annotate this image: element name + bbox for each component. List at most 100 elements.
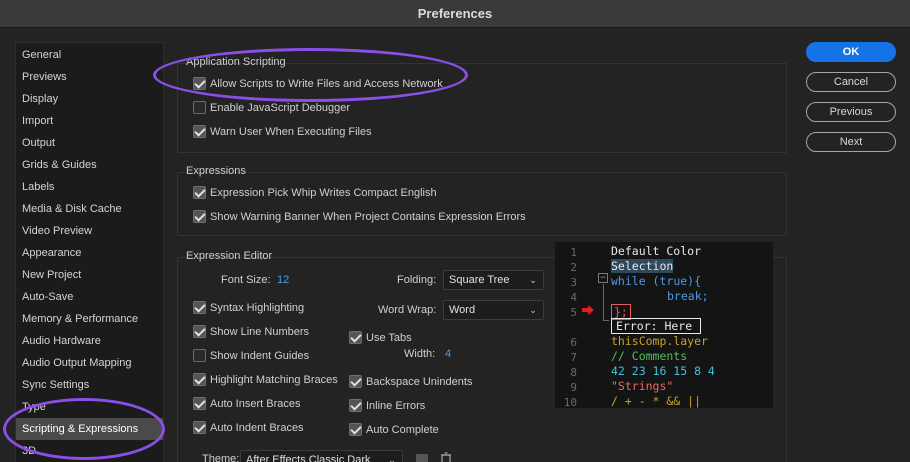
chevron-down-icon: ⌄ [529, 305, 537, 315]
syntax-highlighting-label: Syntax Highlighting [210, 301, 305, 314]
auto-insert-braces-option[interactable]: Auto Insert Braces [193, 397, 301, 410]
sidebar-item-3d[interactable]: 3D [16, 440, 163, 462]
auto-complete-checkbox[interactable] [349, 423, 362, 436]
line-number: 7 [570, 351, 577, 364]
line-number: 3 [570, 276, 577, 289]
save-theme-icon[interactable] [416, 454, 428, 462]
backspace-unindents-option[interactable]: Backspace Unindents [349, 375, 472, 388]
sidebar-item-general[interactable]: General [16, 44, 163, 66]
previous-button[interactable]: Previous [806, 102, 896, 122]
warning-banner-checkbox[interactable] [193, 210, 206, 223]
backspace-unindents-checkbox[interactable] [349, 375, 362, 388]
cancel-button[interactable]: Cancel [806, 72, 896, 92]
next-button[interactable]: Next [806, 132, 896, 152]
chevron-down-icon: ⌄ [529, 275, 537, 285]
expression-preview: 1 2 3 4 5 6 7 8 9 10 − Default Color Sel… [555, 242, 773, 409]
sidebar-item-previews[interactable]: Previews [16, 66, 163, 88]
auto-insert-braces-checkbox[interactable] [193, 397, 206, 410]
preview-selection: Selection [611, 259, 674, 273]
preview-break: break; [667, 289, 709, 303]
inline-errors-checkbox[interactable] [349, 399, 362, 412]
auto-indent-braces-checkbox[interactable] [193, 421, 206, 434]
sidebar-item-audio-hardware[interactable]: Audio Hardware [16, 330, 163, 352]
line-number: 10 [563, 396, 577, 409]
sidebar-item-sync-settings[interactable]: Sync Settings [16, 374, 163, 396]
warning-banner-option[interactable]: Show Warning Banner When Project Contain… [193, 210, 526, 223]
preview-keyword: while [611, 274, 646, 288]
theme-label: Theme: [202, 453, 240, 462]
syntax-highlighting-checkbox[interactable] [193, 301, 206, 314]
sidebar-item-media-disk-cache[interactable]: Media & Disk Cache [16, 198, 163, 220]
sidebar-item-labels[interactable]: Labels [16, 176, 163, 198]
width-value[interactable]: 4 [445, 348, 451, 360]
show-line-numbers-checkbox[interactable] [193, 325, 206, 338]
sidebar-item-appearance[interactable]: Appearance [16, 242, 163, 264]
show-line-numbers-option[interactable]: Show Line Numbers [193, 325, 309, 338]
sidebar: General Previews Display Import Output G… [15, 42, 164, 462]
preview-string: "Strings" [611, 379, 674, 393]
error-arrow-icon [582, 305, 594, 315]
auto-complete-label: Auto Complete [366, 423, 439, 436]
sidebar-item-output[interactable]: Output [16, 132, 163, 154]
font-size-value[interactable]: 12 [277, 274, 289, 286]
use-tabs-option[interactable]: Use Tabs [349, 331, 412, 344]
sidebar-item-import[interactable]: Import [16, 110, 163, 132]
use-tabs-label: Use Tabs [366, 331, 412, 344]
sidebar-item-display[interactable]: Display [16, 88, 163, 110]
warning-banner-label: Show Warning Banner When Project Contain… [210, 210, 526, 223]
application-scripting-title: Application Scripting [186, 56, 286, 68]
show-indent-guides-option[interactable]: Show Indent Guides [193, 349, 309, 362]
highlight-braces-option[interactable]: Highlight Matching Braces [193, 373, 338, 386]
line-number: 9 [570, 381, 577, 394]
js-debugger-checkbox[interactable] [193, 101, 206, 114]
preview-numbers: 42 23 16 15 8 4 [611, 364, 715, 378]
warn-user-option[interactable]: Warn User When Executing Files [193, 125, 372, 138]
preview-selection-line: Selection [611, 259, 674, 273]
pick-whip-option[interactable]: Expression Pick Whip Writes Compact Engl… [193, 186, 437, 199]
allow-scripts-option[interactable]: Allow Scripts to Write Files and Access … [193, 77, 443, 90]
window-title: Preferences [0, 0, 910, 28]
sidebar-item-auto-save[interactable]: Auto-Save [16, 286, 163, 308]
sidebar-item-audio-output-mapping[interactable]: Audio Output Mapping [16, 352, 163, 374]
fold-guide-end [603, 320, 609, 321]
pick-whip-checkbox[interactable] [193, 186, 206, 199]
show-indent-guides-label: Show Indent Guides [210, 349, 310, 362]
line-number: 6 [570, 336, 577, 349]
folding-select[interactable]: Square Tree ⌄ [443, 270, 544, 290]
trash-icon[interactable] [440, 452, 452, 462]
expressions-panel [177, 172, 787, 236]
allow-scripts-checkbox[interactable] [193, 77, 206, 90]
highlight-braces-checkbox[interactable] [193, 373, 206, 386]
auto-indent-braces-label: Auto Indent Braces [210, 421, 304, 434]
sidebar-item-scripting-expressions[interactable]: Scripting & Expressions [16, 418, 163, 440]
sidebar-item-grids-guides[interactable]: Grids & Guides [16, 154, 163, 176]
sidebar-item-new-project[interactable]: New Project [16, 264, 163, 286]
inline-errors-option[interactable]: Inline Errors [349, 399, 425, 412]
sidebar-item-memory-performance[interactable]: Memory & Performance [16, 308, 163, 330]
preview-comment: // Comments [611, 349, 688, 363]
preview-inline-error: Error: Here [611, 318, 702, 334]
ok-button[interactable]: OK [806, 42, 896, 62]
auto-indent-braces-option[interactable]: Auto Indent Braces [193, 421, 304, 434]
use-tabs-checkbox[interactable] [349, 331, 362, 344]
warn-user-checkbox[interactable] [193, 125, 206, 138]
fold-guide [603, 284, 604, 320]
auto-complete-option[interactable]: Auto Complete [349, 423, 439, 436]
preview-while-line: while (true){ [611, 274, 701, 288]
sidebar-item-video-preview[interactable]: Video Preview [16, 220, 163, 242]
word-wrap-select-value: Word [449, 304, 476, 316]
line-number: 1 [570, 246, 577, 259]
show-line-numbers-label: Show Line Numbers [210, 325, 310, 338]
sidebar-item-type[interactable]: Type [16, 396, 163, 418]
js-debugger-option[interactable]: Enable JavaScript Debugger [193, 101, 350, 114]
syntax-highlighting-option[interactable]: Syntax Highlighting [193, 301, 304, 314]
warn-user-label: Warn User When Executing Files [210, 125, 372, 138]
theme-select[interactable]: After Effects Classic Dark ⌄ [240, 450, 403, 462]
fold-toggle-icon: − [598, 273, 608, 283]
preview-operators: / + - * && || [611, 394, 702, 408]
word-wrap-select[interactable]: Word ⌄ [443, 300, 544, 320]
line-number: 5 [570, 306, 577, 319]
font-size-label: Font Size: [221, 274, 271, 286]
inline-errors-label: Inline Errors [366, 399, 426, 412]
show-indent-guides-checkbox[interactable] [193, 349, 206, 362]
